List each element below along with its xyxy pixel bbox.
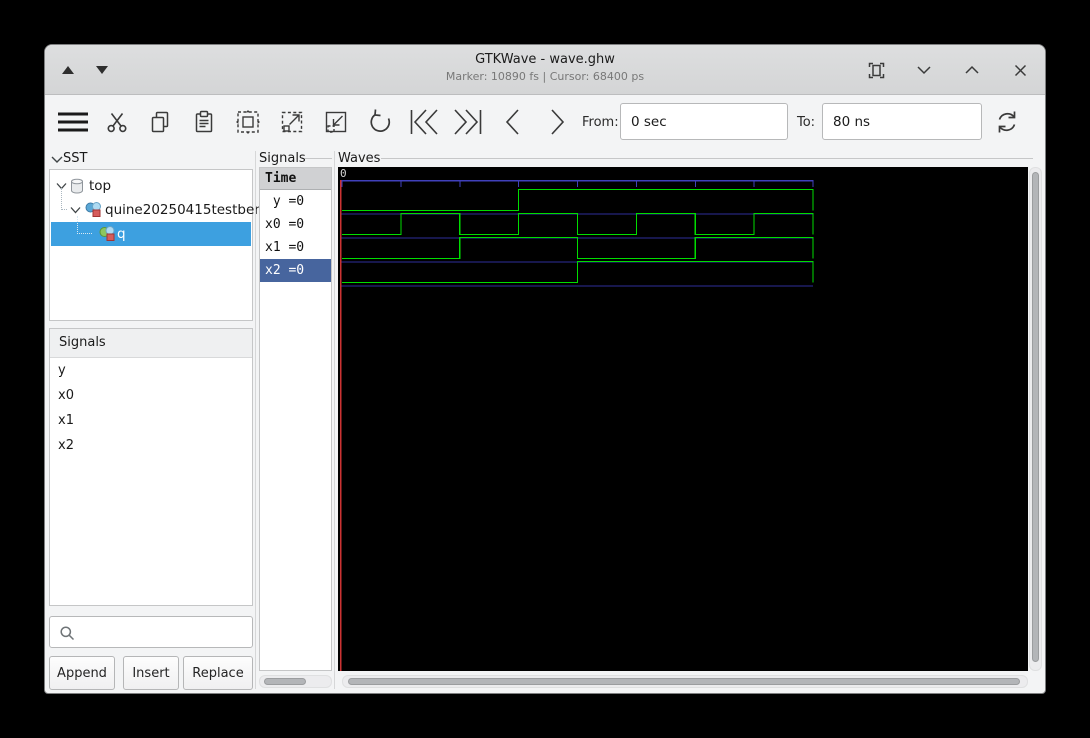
signals-hscrollbar[interactable] <box>259 675 332 688</box>
copy-button[interactable] <box>140 102 180 142</box>
maximize-icon <box>965 65 979 74</box>
signal-row-x2[interactable]: x2 =0 <box>260 259 331 282</box>
timeline-start-label: 0 <box>340 167 347 180</box>
tree-item-q[interactable]: q <box>51 216 251 246</box>
minimize-button[interactable] <box>911 57 937 83</box>
maximize-button[interactable] <box>959 57 985 83</box>
signal-row-y[interactable]: y =0 <box>260 190 331 213</box>
next-edge-button[interactable] <box>537 102 577 142</box>
signals-name-panel: Time y =0 x0 =0 x1 =0 x2 =0 <box>259 167 332 671</box>
cut-icon <box>107 113 127 133</box>
zoom-out-button[interactable] <box>316 102 356 142</box>
to-label: To: <box>797 115 816 130</box>
to-end-icon <box>454 109 482 135</box>
signals-frame-label: Signals <box>259 151 306 166</box>
fullscreen-button[interactable] <box>863 57 889 83</box>
signal-list-item-x1[interactable]: x1 <box>50 408 252 433</box>
scrollbar-thumb[interactable] <box>348 678 1020 685</box>
fullscreen-icon <box>868 62 884 78</box>
sst-frame-label: SST <box>63 151 88 166</box>
paste-icon <box>195 110 213 133</box>
zoom-in-icon <box>281 111 303 133</box>
waveform-svg <box>339 179 814 671</box>
hierarchy-top-icon <box>71 178 83 194</box>
from-input[interactable] <box>620 103 788 140</box>
copy-icon <box>151 111 169 133</box>
zoom-in-button[interactable] <box>272 102 312 142</box>
prev-edge-icon <box>505 109 519 135</box>
paste-button[interactable] <box>184 102 224 142</box>
waves-vscrollbar[interactable] <box>1029 167 1042 671</box>
scrollbar-thumb[interactable] <box>1032 172 1039 662</box>
sst-signals-panel: Signals y x0 x1 x2 <box>49 328 253 606</box>
signal-list-item-y[interactable]: y <box>50 358 252 383</box>
splitter-left[interactable] <box>255 151 256 689</box>
signal-list-item-x0[interactable]: x0 <box>50 383 252 408</box>
titlebar[interactable]: GTKWave - wave.ghw Marker: 10890 fs | Cu… <box>45 45 1045 95</box>
cut-button[interactable] <box>97 102 137 142</box>
menu-button[interactable] <box>53 102 93 142</box>
tree-connector <box>61 188 67 210</box>
tree-connector <box>77 216 92 234</box>
prev-edge-button[interactable] <box>493 102 533 142</box>
scrollbar-thumb[interactable] <box>264 678 306 685</box>
signal-row-x0[interactable]: x0 =0 <box>260 213 331 236</box>
signal-search-box <box>49 616 253 648</box>
zoom-out-icon <box>325 111 347 133</box>
signal-row-x1[interactable]: x1 =0 <box>260 236 331 259</box>
insert-button[interactable]: Insert <box>123 656 179 690</box>
sst-collapse-icon[interactable] <box>51 155 63 164</box>
zoom-fit-icon <box>236 110 260 134</box>
append-button[interactable]: Append <box>49 656 115 690</box>
gtkwave-window: GTKWave - wave.ghw Marker: 10890 fs | Cu… <box>44 44 1046 694</box>
module-icon <box>99 226 115 241</box>
time-header[interactable]: Time <box>260 168 331 190</box>
sst-tree-panel: top quine20250415testbenc q <box>49 169 270 321</box>
undo-icon <box>370 109 391 132</box>
close-button[interactable] <box>1007 57 1033 83</box>
waves-hscrollbar[interactable] <box>342 675 1028 688</box>
to-start-icon <box>410 109 438 135</box>
waves-frame-label: Waves <box>338 151 381 166</box>
tree-item-top[interactable]: top <box>51 174 251 198</box>
to-input[interactable] <box>822 103 982 140</box>
to-start-button[interactable] <box>404 102 444 142</box>
expander-icon[interactable] <box>70 206 81 214</box>
menu-icon <box>58 112 88 132</box>
undo-button[interactable] <box>360 102 400 142</box>
minimize-icon <box>917 66 931 75</box>
wave-canvas[interactable]: 0 <box>338 167 1028 671</box>
frame-line <box>305 158 332 159</box>
close-icon <box>1014 64 1026 76</box>
zoom-fit-button[interactable] <box>228 102 268 142</box>
reload-button[interactable] <box>987 102 1027 142</box>
search-icon <box>60 626 75 641</box>
frame-line <box>381 158 1033 159</box>
reload-icon <box>998 111 1016 133</box>
to-end-button[interactable] <box>448 102 488 142</box>
replace-button[interactable]: Replace <box>183 656 253 690</box>
toolbar: From: To: <box>45 95 1045 149</box>
splitter-middle[interactable] <box>334 151 335 689</box>
next-edge-icon <box>551 109 565 135</box>
search-input[interactable] <box>76 617 246 647</box>
signal-list-item-x2[interactable]: x2 <box>50 433 252 458</box>
from-label: From: <box>582 115 619 130</box>
sst-signals-header: Signals <box>50 329 252 358</box>
